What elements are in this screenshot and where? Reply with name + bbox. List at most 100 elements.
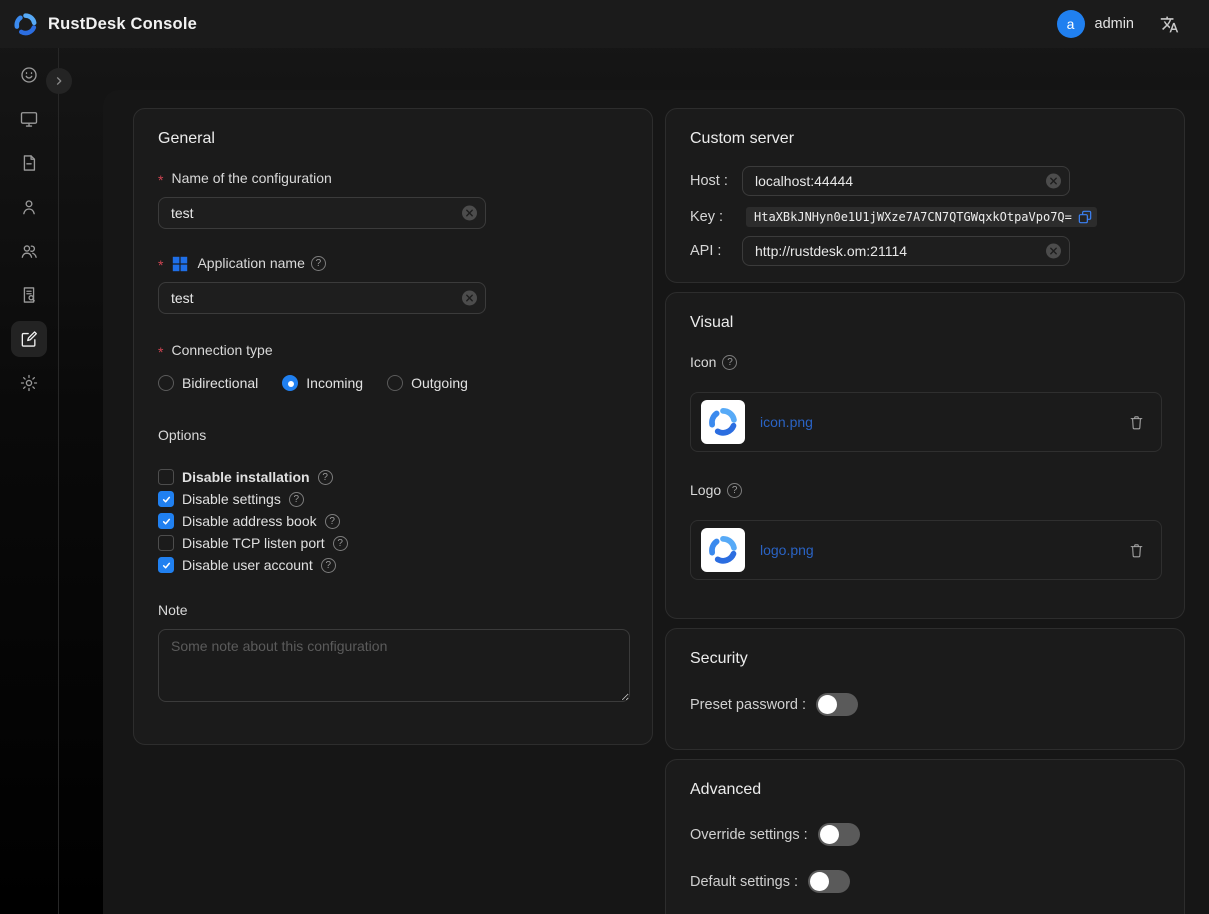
- sidebar-item-sessions[interactable]: [11, 145, 47, 181]
- general-card: General * Name of the configuration *: [133, 108, 653, 745]
- advanced-card: Advanced Override settings : Default set…: [665, 759, 1185, 914]
- sidebar-item-dashboard[interactable]: [11, 57, 47, 93]
- radio-circle-selected[interactable]: [282, 375, 298, 391]
- general-title: General: [158, 129, 628, 148]
- preset-password-toggle[interactable]: [816, 693, 858, 716]
- host-label: Host :: [690, 173, 742, 189]
- sidebar-item-users[interactable]: [11, 189, 47, 225]
- radio-bidirectional[interactable]: Bidirectional: [158, 375, 258, 391]
- sidebar-expand-button[interactable]: [46, 68, 72, 94]
- help-icon[interactable]: ?: [325, 514, 340, 529]
- visual-title: Visual: [690, 313, 1160, 332]
- topbar: RustDesk Console a admin: [0, 0, 1209, 48]
- connection-type-radio-group: Bidirectional Incoming Outgoing: [158, 375, 628, 391]
- host-input[interactable]: [742, 166, 1070, 196]
- logo-file-link[interactable]: logo.png: [760, 542, 814, 558]
- key-label: Key :: [690, 209, 742, 225]
- advanced-title: Advanced: [690, 780, 1160, 799]
- default-settings-row: Default settings :: [690, 870, 1160, 893]
- main-content: General * Name of the configuration *: [103, 90, 1209, 914]
- api-input[interactable]: [742, 236, 1070, 266]
- sidebar-item-audit[interactable]: [11, 277, 47, 313]
- note-label: Note: [158, 602, 628, 619]
- sidebar-item-devices[interactable]: [11, 101, 47, 137]
- server-key-value: HtaXBkJNHyn0e1U1jWXze7A7CN7QTGWqxkOtpaVp…: [746, 207, 1097, 227]
- trash-icon[interactable]: [1128, 542, 1145, 559]
- logo-upload-box: logo.png: [690, 520, 1162, 580]
- app-title: RustDesk Console: [48, 15, 197, 34]
- api-label: API :: [690, 243, 742, 259]
- connection-type-label: * Connection type: [158, 342, 628, 359]
- config-name-input[interactable]: [158, 197, 486, 229]
- help-icon[interactable]: ?: [311, 256, 326, 271]
- checkbox-disable-address-book: Disable address book ?: [158, 510, 628, 532]
- icon-thumbnail: [701, 400, 745, 444]
- users-group-icon: [19, 241, 39, 261]
- radio-outgoing[interactable]: Outgoing: [387, 375, 468, 391]
- language-translate-icon[interactable]: [1160, 15, 1179, 34]
- sidebar-item-groups[interactable]: [11, 233, 47, 269]
- required-marker: *: [158, 172, 163, 189]
- help-icon[interactable]: ?: [321, 558, 336, 573]
- clear-input-icon[interactable]: [462, 206, 477, 221]
- override-settings-row: Override settings :: [690, 823, 1160, 846]
- help-icon[interactable]: ?: [289, 492, 304, 507]
- required-marker: *: [158, 257, 163, 274]
- sidebar-item-custom-clients[interactable]: [11, 321, 47, 357]
- required-marker: *: [158, 344, 163, 361]
- checkbox-checked[interactable]: [158, 513, 174, 529]
- clear-input-icon[interactable]: [1046, 174, 1061, 189]
- checkbox-disable-installation: Disable installation ?: [158, 466, 628, 488]
- copy-icon[interactable]: [1077, 209, 1093, 225]
- host-row: Host :: [690, 166, 1160, 196]
- security-card: Security Preset password :: [665, 628, 1185, 750]
- radio-circle[interactable]: [158, 375, 174, 391]
- checkbox-disable-tcp-listen-port: Disable TCP listen port ?: [158, 532, 628, 554]
- custom-server-card: Custom server Host : Key : HtaXBkJNHyn0e…: [665, 108, 1185, 283]
- logo-thumbnail: [701, 528, 745, 572]
- windows-logo-icon: [172, 256, 188, 272]
- checkbox-unchecked[interactable]: [158, 535, 174, 551]
- checkbox-checked[interactable]: [158, 557, 174, 573]
- audit-document-icon: [19, 285, 39, 305]
- user-menu[interactable]: a admin: [1057, 10, 1135, 38]
- sidebar-item-settings[interactable]: [11, 365, 47, 401]
- help-icon[interactable]: ?: [727, 483, 742, 498]
- monitor-icon: [19, 109, 39, 129]
- rustdesk-logo-icon: [12, 11, 39, 38]
- checkbox-unchecked[interactable]: [158, 469, 174, 485]
- preset-password-row: Preset password :: [690, 693, 1160, 716]
- smiley-icon: [19, 65, 39, 85]
- app-name-input[interactable]: [158, 282, 486, 314]
- checkbox-disable-settings: Disable settings ?: [158, 488, 628, 510]
- radio-circle[interactable]: [387, 375, 403, 391]
- user-name: admin: [1095, 16, 1135, 32]
- help-icon[interactable]: ?: [722, 355, 737, 370]
- avatar[interactable]: a: [1057, 10, 1085, 38]
- app-name-label: * Application name ?: [158, 255, 628, 272]
- trash-icon[interactable]: [1128, 414, 1145, 431]
- override-settings-label: Override settings :: [690, 827, 808, 843]
- brand: RustDesk Console: [12, 11, 197, 38]
- help-icon[interactable]: ?: [318, 470, 333, 485]
- edit-icon: [19, 329, 39, 349]
- clear-input-icon[interactable]: [1046, 244, 1061, 259]
- radio-incoming[interactable]: Incoming: [282, 375, 363, 391]
- security-title: Security: [690, 649, 1160, 668]
- settings-gear-icon: [19, 373, 39, 393]
- document-icon: [19, 153, 39, 173]
- user-icon: [19, 197, 39, 217]
- key-row: Key : HtaXBkJNHyn0e1U1jWXze7A7CN7QTGWqxk…: [690, 207, 1160, 227]
- preset-password-label: Preset password :: [690, 697, 806, 713]
- clear-input-icon[interactable]: [462, 291, 477, 306]
- checkbox-checked[interactable]: [158, 491, 174, 507]
- help-icon[interactable]: ?: [333, 536, 348, 551]
- note-textarea[interactable]: [158, 629, 630, 702]
- override-settings-toggle[interactable]: [818, 823, 860, 846]
- api-row: API :: [690, 236, 1160, 266]
- visual-card: Visual Icon ? icon.png: [665, 292, 1185, 619]
- icon-label: Icon ?: [690, 354, 1160, 371]
- icon-file-link[interactable]: icon.png: [760, 414, 813, 430]
- logo-label: Logo ?: [690, 482, 1160, 499]
- default-settings-toggle[interactable]: [808, 870, 850, 893]
